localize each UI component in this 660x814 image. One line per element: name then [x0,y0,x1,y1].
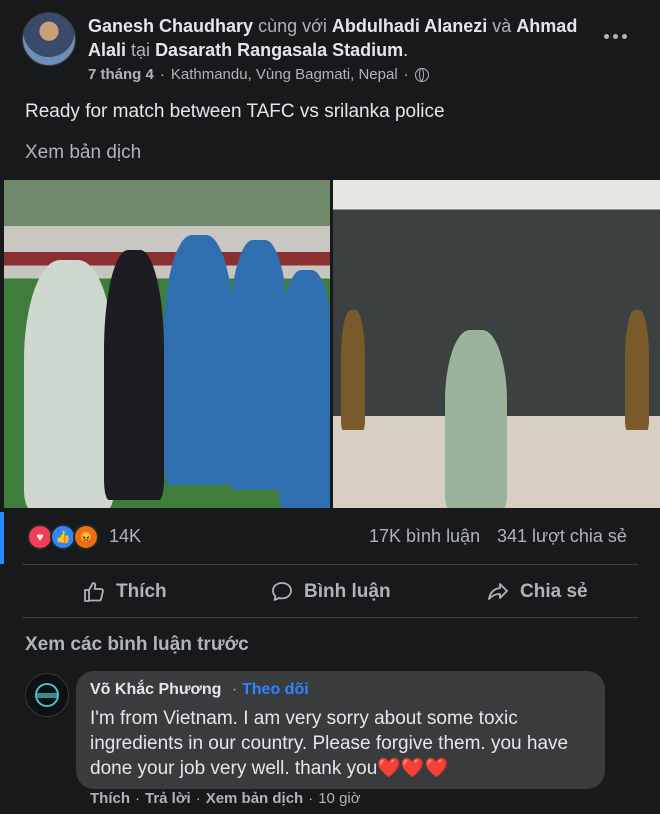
comment-actions: Thích · Trả lời · Xem bản dịch · 10 giờ [90,790,361,807]
lamp-figure [341,310,365,430]
share-count[interactable]: 341 lượt chia sẻ [497,526,627,547]
share-button[interactable]: Chia sẻ [486,570,588,614]
dot-separator: · [308,790,314,807]
globe-icon[interactable] [414,67,429,82]
and-word: và [492,16,512,36]
dot-separator: · [195,790,201,807]
post-photo-2[interactable] [333,180,660,508]
avatar-graphic [26,674,68,716]
place-link[interactable]: Dasarath Rangasala Stadium [155,40,403,60]
period: . [403,40,409,60]
person-figure [445,330,507,508]
angry-reaction-icon[interactable]: 😡 [73,524,99,550]
person-figure [164,235,234,485]
person-figure [24,260,114,508]
see-translation-link[interactable]: Xem bản dịch [25,142,141,164]
tagged-user-1[interactable]: Abdulhadi Alanezi [332,16,487,36]
divider [22,617,638,618]
more-dots-icon [603,33,609,39]
commenter-name[interactable]: Võ Khắc Phương [90,681,221,699]
share-icon [488,583,508,600]
meta-separator: · [159,66,165,83]
comment-icon [272,582,292,601]
with-word: cùng với [258,16,327,36]
post-meta: 7 tháng 4 · Kathmandu, Vùng Bagmati, Nep… [88,66,429,83]
more-options-button[interactable] [598,22,632,50]
comment-time[interactable]: 10 giờ [318,790,360,807]
meta-separator-2: · [403,66,409,83]
post-header: Ganesh Chaudhary cùng với Abdulhadi Alan… [88,14,608,62]
post-photo-1[interactable] [4,180,330,508]
thumbs-up-icon [84,582,104,602]
comment-count[interactable]: 17K bình luận [369,526,480,547]
comment-text: I'm from Vietnam. I am very sorry about … [90,708,569,779]
lamp-figure [625,310,649,430]
follow-link[interactable]: Theo dõi [242,681,309,699]
at-word: tại [131,40,151,60]
reaction-count[interactable]: 14K [109,526,141,547]
post-text: Ready for match between TAFC vs srilanka… [25,101,445,122]
comment-label: Bình luận [304,581,391,602]
like-label: Thích [116,581,167,602]
focus-indicator [0,512,4,564]
post-date[interactable]: 7 tháng 4 [88,66,154,83]
person-figure [104,250,164,500]
author-avatar[interactable] [22,12,76,66]
comment-like-link[interactable]: Thích [90,790,130,807]
commenter-avatar[interactable] [25,673,69,717]
comment-translate-link[interactable]: Xem bản dịch [206,790,304,807]
person-figure [279,270,330,508]
view-previous-comments-link[interactable]: Xem các bình luận trước [25,634,249,656]
name-separator: · [232,681,238,698]
author-name[interactable]: Ganesh Chaudhary [88,16,253,36]
divider [22,564,638,565]
like-button[interactable]: Thích [82,570,167,614]
dot-separator: · [135,790,140,807]
comment-button[interactable]: Bình luận [270,570,391,614]
share-label: Chia sẻ [520,581,588,602]
comment-reply-link[interactable]: Trả lời [145,790,191,807]
post-location[interactable]: Kathmandu, Vùng Bagmati, Nepal [171,66,398,83]
